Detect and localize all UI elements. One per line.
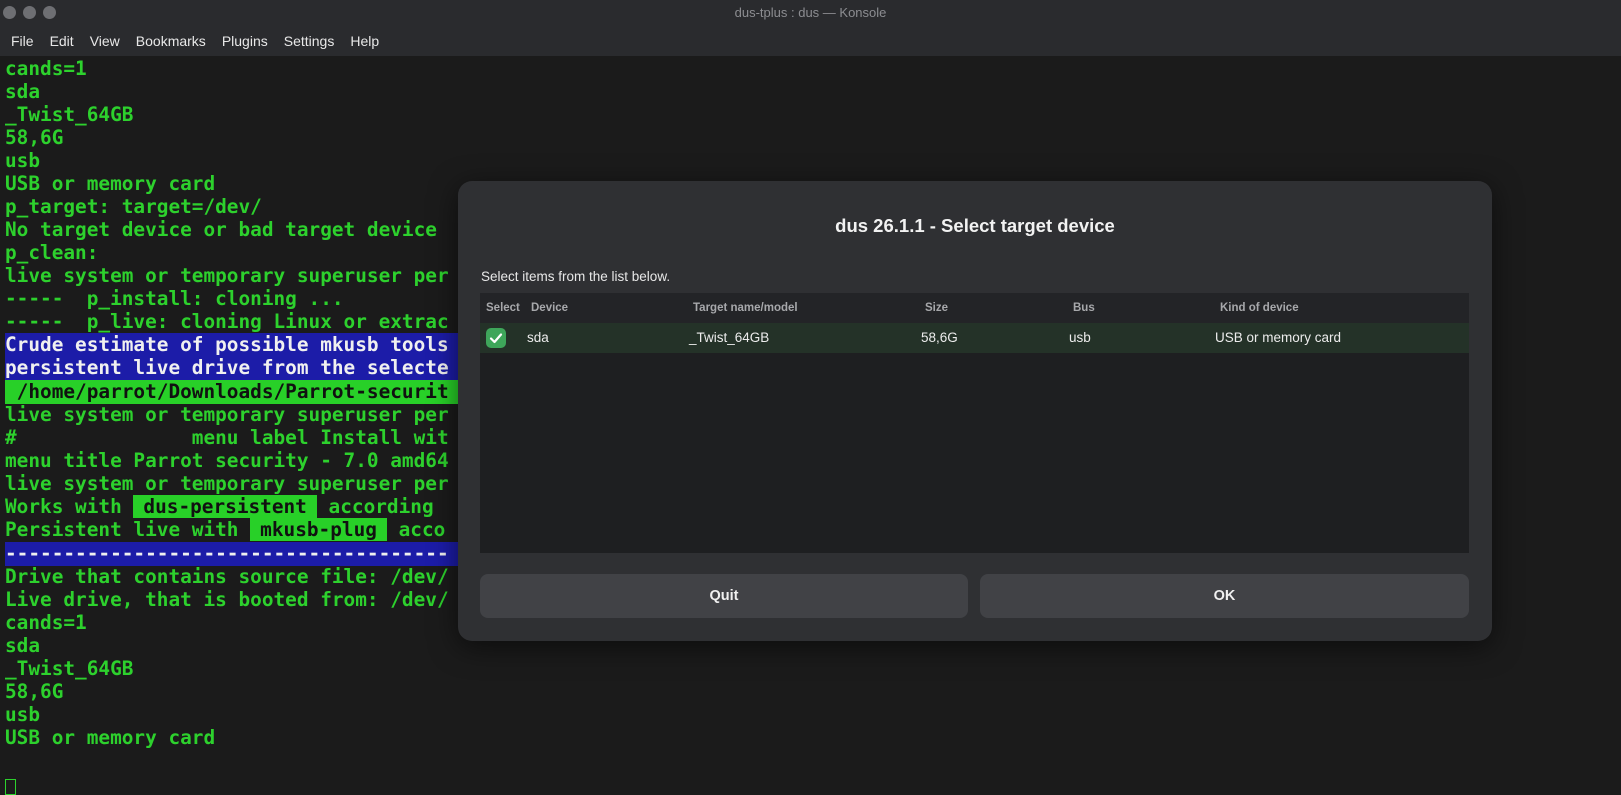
terminal-line: 58,6G [5, 126, 64, 149]
cell-model: _Twist_64GB [689, 330, 770, 345]
terminal-line: sda [5, 80, 41, 103]
terminal-text: according [316, 495, 434, 518]
menu-bookmarks[interactable]: Bookmarks [128, 29, 214, 53]
column-target-name[interactable]: Target name/model [693, 302, 798, 314]
terminal-text: Works with [5, 495, 134, 518]
terminal-line: ----- p_install: cloning ... [5, 287, 344, 310]
terminal-line-path: /home/parrot/Downloads/Parrot-securit [5, 380, 505, 404]
column-size[interactable]: Size [925, 302, 948, 314]
terminal-line-persistent-live: Persistent live with mkusb-plug acco [5, 518, 445, 542]
terminal-line: usb [5, 149, 41, 172]
terminal-cursor [5, 779, 16, 795]
terminal-line: live system or temporary superuser per [5, 403, 449, 426]
terminal-line-works-with: Works with dus-persistent according [5, 495, 434, 519]
terminal-text: Persistent live with [5, 518, 251, 541]
menu-bar: File Edit View Bookmarks Plugins Setting… [0, 26, 1621, 56]
select-target-dialog: dus 26.1.1 - Select target device Select… [458, 181, 1492, 641]
terminal-line: _Twist_64GB [5, 657, 134, 680]
tag-dus-persistent: dus-persistent [133, 495, 317, 518]
menu-plugins[interactable]: Plugins [214, 29, 276, 53]
table-header: Select Device Target name/model Size Bus… [480, 293, 1469, 323]
row-select-checkbox[interactable] [486, 328, 506, 348]
table-row[interactable]: sda _Twist_64GB 58,6G usb USB or memory … [480, 323, 1469, 353]
terminal-line: _Twist_64GB [5, 103, 134, 126]
cell-size: 58,6G [921, 330, 958, 345]
cell-device: sda [527, 330, 549, 345]
cell-bus: usb [1069, 330, 1091, 345]
terminal-line: cands=1 [5, 611, 87, 634]
terminal-line: No target device or bad target device [5, 218, 437, 241]
terminal-line: p_clean: [5, 241, 99, 264]
terminal-line-highlighted: persistent live drive from the selecte [5, 356, 505, 380]
terminal-text: acco [386, 518, 446, 541]
terminal-line: p_target: target=/dev/ [5, 195, 262, 218]
terminal-line: USB or memory card [5, 726, 216, 749]
menu-edit[interactable]: Edit [42, 29, 82, 53]
terminal-line: ----- p_live: cloning Linux or extrac [5, 310, 449, 333]
menu-help[interactable]: Help [342, 29, 387, 53]
quit-button[interactable]: Quit [480, 574, 968, 618]
column-bus[interactable]: Bus [1073, 302, 1095, 314]
device-table: Select Device Target name/model Size Bus… [480, 293, 1469, 553]
window-title: dus-tplus : dus — Konsole [734, 5, 887, 20]
ok-button[interactable]: OK [980, 574, 1469, 618]
dialog-title: dus 26.1.1 - Select target device [835, 215, 1115, 236]
terminal-line: cands=1 [5, 57, 87, 80]
menu-file[interactable]: File [3, 29, 42, 53]
terminal-line: Drive that contains source file: /dev/ [5, 565, 449, 588]
terminal-line: live system or temporary superuser per [5, 264, 449, 287]
column-kind[interactable]: Kind of device [1220, 302, 1299, 314]
tag-mkusb-plug: mkusb-plug [250, 518, 387, 541]
terminal-line: 58,6G [5, 680, 64, 703]
dialog-prompt: Select items from the list below. [481, 269, 671, 284]
cell-kind: USB or memory card [1215, 330, 1342, 345]
window-titlebar: dus-tplus : dus — Konsole [0, 0, 1621, 26]
terminal-line: live system or temporary superuser per [5, 472, 449, 495]
terminal-separator: -------------------------------------- [5, 542, 505, 566]
menu-settings[interactable]: Settings [276, 29, 343, 53]
terminal-line: # menu label Install wit [5, 426, 449, 449]
terminal-line: sda [5, 634, 41, 657]
check-icon [489, 333, 503, 344]
column-device[interactable]: Device [531, 302, 568, 314]
terminal-line: usb [5, 703, 41, 726]
menu-view[interactable]: View [82, 29, 128, 53]
terminal-line: menu title Parrot security - 7.0 amd64 [5, 449, 449, 472]
column-select[interactable]: Select [486, 302, 520, 314]
terminal-line: Live drive, that is booted from: /dev/ [5, 588, 449, 611]
terminal-line-highlighted: Crude estimate of possible mkusb tools [5, 333, 505, 357]
terminal-line: USB or memory card [5, 172, 216, 195]
